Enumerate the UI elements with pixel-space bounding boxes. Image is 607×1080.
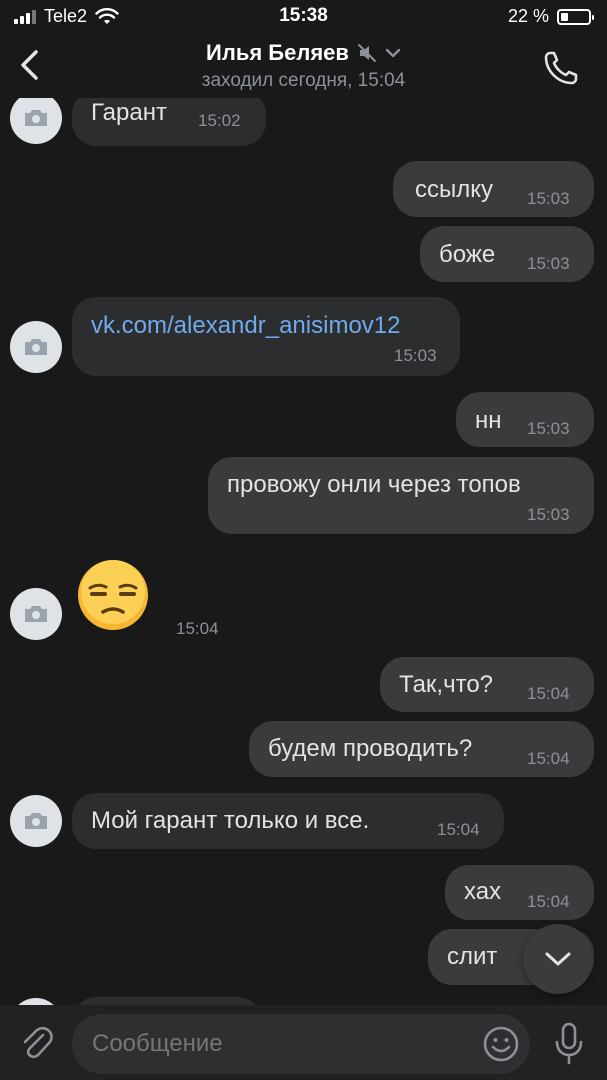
scroll-down-button[interactable] [523,924,593,994]
battery-icon [557,8,594,25]
message-bubble[interactable]: Мой гарант только и все. 15:04 [72,793,504,849]
message-text: ссылку [415,176,494,203]
message-composer [0,1005,607,1080]
avatar[interactable] [10,321,62,373]
message-time: 15:04 [527,684,570,703]
message-bubble-partial[interactable] [72,997,262,1005]
status-right: 22 % [507,6,594,27]
message-time: 15:04 [527,749,570,768]
message-bubble[interactable]: ссылку 15:03 [393,161,594,217]
message-bubble[interactable]: хах 15:04 [445,865,594,920]
unamused-face-emoji[interactable] [76,558,150,632]
contact-name[interactable]: Илья Беляев [206,40,349,66]
camera-icon [25,813,47,829]
message-time: 15:03 [394,346,437,365]
message-time: 15:03 [527,419,570,438]
message-time: 15:04 [176,619,219,638]
message-bubble[interactable]: боже 15:03 [420,226,594,282]
message-list[interactable]: Гарант 15:02 ссылку 15:03 боже 15:03 vk.… [0,98,607,1005]
message-input[interactable] [72,1014,530,1074]
avatar[interactable] [10,795,62,847]
battery-percent: 22 % [507,6,549,26]
muted-speaker-icon [357,43,377,63]
message-text: нн [475,407,502,434]
microphone-icon[interactable] [553,1021,585,1067]
message-text: хах [464,878,502,905]
last-seen: заходил сегодня, 15:04 [201,70,406,91]
chat-header: Илья Беляев заходил сегодня, 15:04 [0,34,607,98]
message-time: 15:03 [527,505,570,524]
message-time: 15:04 [437,820,480,839]
camera-icon [25,339,47,355]
message-text: боже [439,241,496,268]
message-text: провожу онли через топов [227,471,521,498]
avatar[interactable] [10,588,62,640]
paperclip-icon[interactable] [18,1023,54,1063]
message-link[interactable]: vk.com/alexandr_anisimov12 [91,312,400,340]
camera-icon [25,606,47,622]
message-text: будем проводить? [268,735,473,762]
message-time: 15:03 [527,254,570,273]
contact-name-row[interactable]: Илья Беляев [0,40,607,66]
message-bubble[interactable]: нн 15:03 [456,392,594,447]
message-bubble[interactable]: vk.com/alexandr_anisimov12 15:03 [72,297,460,376]
avatar[interactable] [10,98,62,144]
message-bubble[interactable]: провожу онли через топов 15:03 [208,457,594,534]
message-text: Так,что? [399,671,494,698]
chevron-down-icon[interactable] [385,48,401,58]
status-bar: Tele2 15:38 22 % [0,0,607,34]
message-time: 15:03 [527,189,570,208]
message-text: Гарант [91,99,167,126]
message-bubble[interactable]: будем проводить? 15:04 [249,721,594,777]
message-time: 15:04 [527,892,570,911]
camera-icon [25,110,47,126]
message-bubble[interactable]: Гарант 15:02 [72,98,266,146]
chevron-down-icon [545,952,571,966]
avatar[interactable] [10,998,62,1005]
message-time: 15:02 [198,111,241,130]
message-text: Мой гарант только и все. [91,807,370,834]
message-bubble[interactable]: Так,что? 15:04 [380,657,594,712]
phone-icon[interactable] [541,48,581,88]
smiley-icon[interactable] [482,1025,520,1063]
message-text: слит [447,943,498,970]
